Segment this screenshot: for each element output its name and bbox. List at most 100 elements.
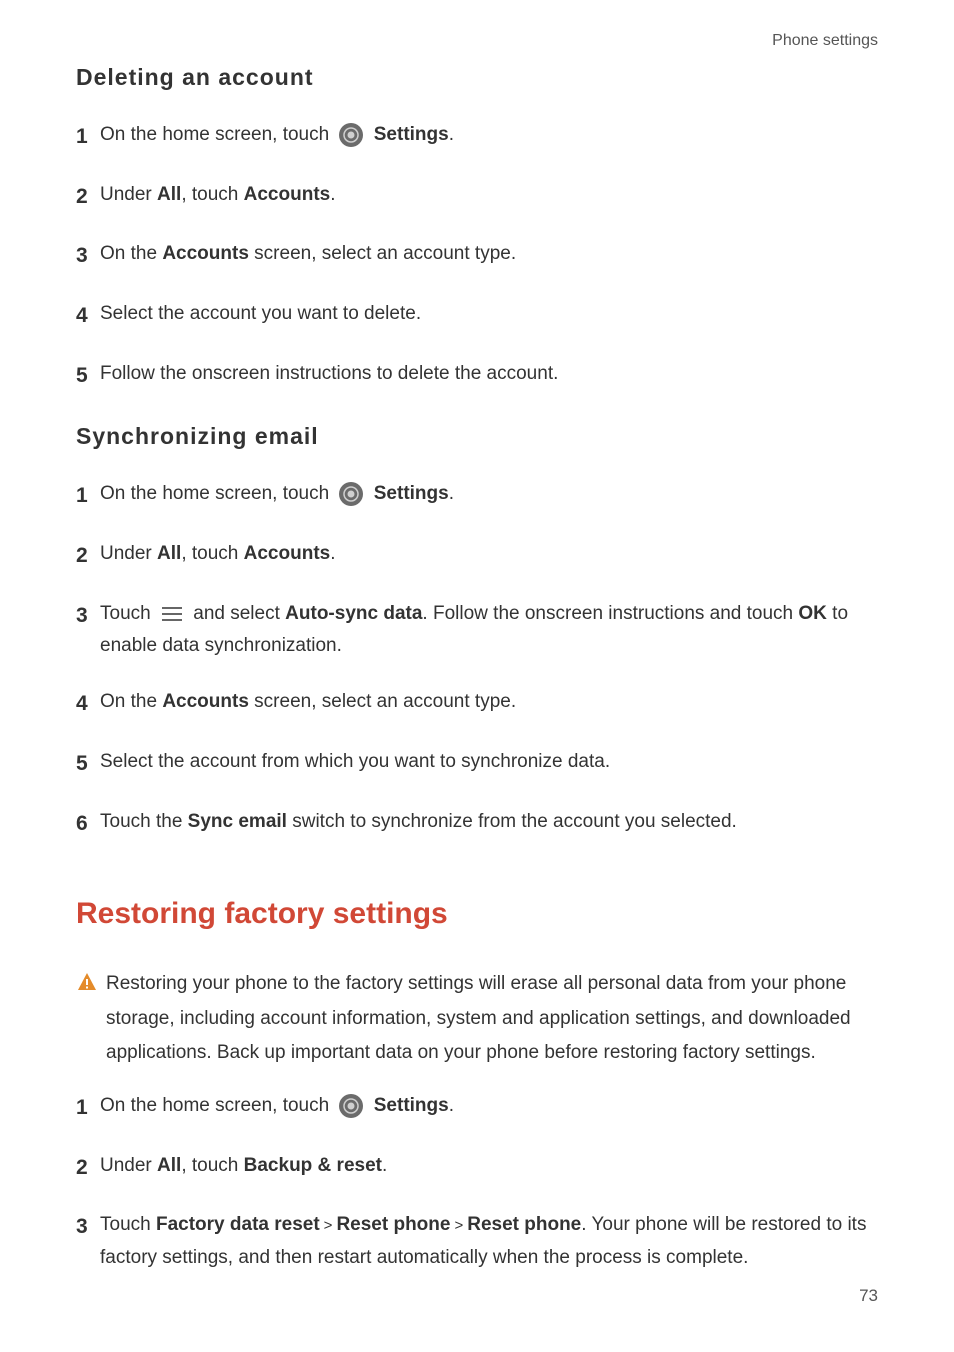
step-bold: Accounts [244,543,331,564]
step-body: On the home screen, touch Settings. [100,1090,878,1122]
step-number: 5 [76,358,100,394]
heading-restoring-factory: Restoring factory settings [76,897,878,931]
step-number: 5 [76,746,100,782]
step-bold: OK [798,603,827,624]
step-number: 1 [76,1090,100,1126]
step-text: Follow the onscreen instructions to dele… [100,363,558,384]
step-text: Select the account you want to delete. [100,303,421,324]
list-item: 4 On the Accounts screen, select an acco… [76,686,878,722]
list-item: 2 Under All, touch Accounts. [76,538,878,574]
list-item: 5 Follow the onscreen instructions to de… [76,358,878,394]
step-text: . [382,1155,387,1176]
header-category: Phone settings [772,32,878,50]
settings-icon [338,1093,364,1119]
list-item: 1 On the home screen, touch Settings. [76,119,878,155]
step-bold: Settings [374,1095,449,1116]
step-text: . [449,1095,454,1116]
list-item: 1 On the home screen, touch Settings. [76,1090,878,1126]
list-item: 6 Touch the Sync email switch to synchro… [76,806,878,842]
list-item: 3 Touch and select Auto-sync data. Follo… [76,598,878,663]
step-number: 4 [76,298,100,334]
step-text: Touch [100,603,156,624]
step-bold: Reset phone [336,1214,450,1235]
page-number: 73 [859,1286,878,1306]
step-bold: Settings [374,483,449,504]
step-number: 3 [76,238,100,274]
menu-icon [160,605,184,623]
step-number: 6 [76,806,100,842]
steps-restoring-factory: 1 On the home screen, touch Settings. 2 … [76,1090,878,1274]
step-body: Under All, touch Backup & reset. [100,1150,878,1182]
list-item: 4 Select the account you want to delete. [76,298,878,334]
warning-text: Restoring your phone to the factory sett… [106,967,878,1070]
step-bold: Sync email [188,811,287,832]
heading-deleting-account: Deleting an account [76,64,878,91]
step-text: . [449,483,454,504]
settings-icon [338,122,364,148]
step-body: Follow the onscreen instructions to dele… [100,358,878,390]
steps-deleting-account: 1 On the home screen, touch Settings. 2 … [76,119,878,393]
steps-synchronizing-email: 1 On the home screen, touch Settings. 2 … [76,478,878,841]
step-text: screen, select an account type. [249,691,516,712]
step-body: Select the account you want to delete. [100,298,878,330]
step-text: . [330,184,335,205]
step-text: screen, select an account type. [249,243,516,264]
step-body: On the home screen, touch Settings. [100,119,878,151]
step-body: On the Accounts screen, select an accoun… [100,686,878,718]
step-text: On the home screen, touch [100,1095,334,1116]
step-text: Under [100,1155,157,1176]
step-bold: All [157,184,181,205]
step-text: . Follow the onscreen instructions and t… [422,603,798,624]
step-bold: Factory data reset [156,1214,320,1235]
heading-synchronizing-email: Synchronizing email [76,423,878,450]
list-item: 2 Under All, touch Accounts. [76,179,878,215]
settings-icon [338,481,364,507]
step-text: Under [100,184,157,205]
step-body: Select the account from which you want t… [100,746,878,778]
step-bold: All [157,1155,181,1176]
list-item: 3 On the Accounts screen, select an acco… [76,238,878,274]
step-body: Under All, touch Accounts. [100,538,878,570]
step-body: Touch and select Auto-sync data. Follow … [100,598,878,663]
step-number: 3 [76,598,100,634]
list-item: 1 On the home screen, touch Settings. [76,478,878,514]
step-number: 2 [76,1150,100,1186]
list-item: 5 Select the account from which you want… [76,746,878,782]
chevron-right-icon: > [454,1217,463,1234]
warning-row: Restoring your phone to the factory sett… [76,967,878,1070]
step-text: . [449,124,454,145]
step-text: switch to synchronize from the account y… [287,811,737,832]
list-item: 3 Touch Factory data reset>Reset phone>R… [76,1209,878,1274]
step-bold: Reset phone [467,1214,581,1235]
step-number: 1 [76,119,100,155]
step-number: 4 [76,686,100,722]
chevron-right-icon: > [324,1217,333,1234]
step-text: . [330,543,335,564]
step-text: On the [100,243,162,264]
step-text: , touch [181,543,243,564]
step-text: Touch the [100,811,188,832]
step-text: , touch [181,1155,243,1176]
step-bold: Auto-sync data [285,603,422,624]
warning-icon [76,971,100,1005]
step-number: 3 [76,1209,100,1245]
step-body: Touch the Sync email switch to synchroni… [100,806,878,838]
step-body: On the Accounts screen, select an accoun… [100,238,878,270]
step-number: 2 [76,538,100,574]
step-bold: Backup & reset [244,1155,382,1176]
step-bold: Settings [374,124,449,145]
list-item: 2 Under All, touch Backup & reset. [76,1150,878,1186]
step-body: On the home screen, touch Settings. [100,478,878,510]
step-text: Select the account from which you want t… [100,751,610,772]
step-number: 2 [76,179,100,215]
step-bold: All [157,543,181,564]
step-text: On the home screen, touch [100,124,334,145]
step-body: Under All, touch Accounts. [100,179,878,211]
step-text: , touch [181,184,243,205]
step-text: and select [193,603,285,624]
step-text: On the [100,691,162,712]
step-number: 1 [76,478,100,514]
step-bold: Accounts [244,184,331,205]
step-text: Under [100,543,157,564]
page-container: Phone settings Deleting an account 1 On … [0,0,954,1352]
